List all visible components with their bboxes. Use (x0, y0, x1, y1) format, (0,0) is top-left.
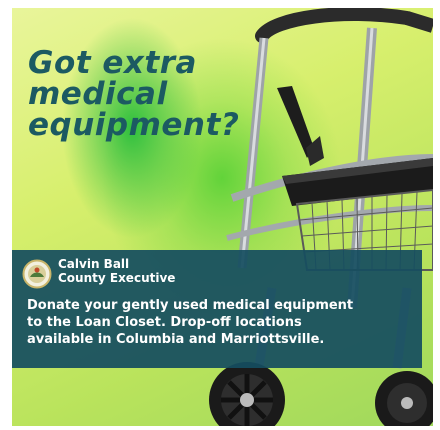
county-executive-name: Calvin Ball County Executive (58, 257, 175, 285)
headline-line-2: medical (28, 76, 168, 112)
headline-line-3: equipment? (28, 107, 240, 143)
message-line-1: Donate your gently used medical equipmen… (27, 298, 354, 313)
executive-title: County Executive (58, 271, 176, 285)
message-line-2: to the Loan Closet. Drop-off locations (27, 315, 302, 330)
message-line-3: available in Columbia and Marriottsville… (27, 332, 325, 347)
county-seal-icon (22, 259, 52, 289)
headline: Got extra medical equipment? (28, 48, 268, 141)
headline-line-1: Got extra (28, 45, 197, 81)
executive-name: Calvin Ball (58, 257, 130, 271)
donation-message: Donate your gently used medical equipmen… (27, 297, 419, 348)
page: Got extra medical equipment? Calvin Ball… (0, 0, 440, 430)
